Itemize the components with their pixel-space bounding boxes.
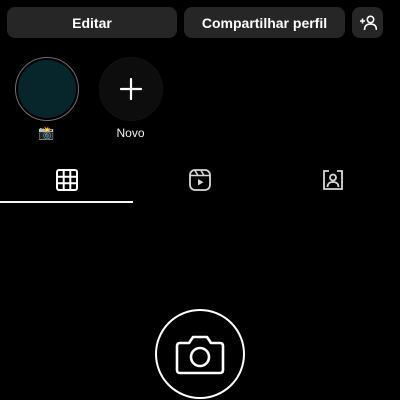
new-highlight-label: Novo bbox=[116, 126, 145, 140]
story-highlight-cover bbox=[14, 57, 79, 121]
reels-icon bbox=[188, 169, 211, 191]
empty-posts-camera bbox=[155, 309, 245, 399]
add-user-button[interactable] bbox=[352, 7, 383, 38]
plus-icon bbox=[119, 77, 142, 101]
camera-icon bbox=[175, 335, 225, 375]
new-highlight-button[interactable]: Novo bbox=[97, 57, 164, 141]
tab-tagged[interactable] bbox=[266, 163, 400, 203]
edit-profile-label: Editar bbox=[72, 14, 112, 31]
share-profile-label: Compartilhar perfil bbox=[201, 14, 328, 31]
edit-profile-button[interactable]: Editar bbox=[7, 7, 177, 38]
story-highlight-image bbox=[17, 60, 76, 118]
story-highlight-label: 📸 bbox=[38, 125, 55, 140]
tab-posts[interactable] bbox=[0, 163, 133, 203]
add-person-icon bbox=[359, 14, 377, 30]
tagged-person-icon bbox=[323, 170, 343, 190]
grid-icon bbox=[55, 169, 78, 191]
story-highlight[interactable]: 📸 bbox=[13, 57, 80, 141]
active-tab-indicator bbox=[0, 201, 133, 203]
share-profile-button[interactable]: Compartilhar perfil bbox=[184, 7, 345, 38]
new-highlight-circle bbox=[98, 57, 163, 121]
tab-reels[interactable] bbox=[133, 163, 266, 203]
